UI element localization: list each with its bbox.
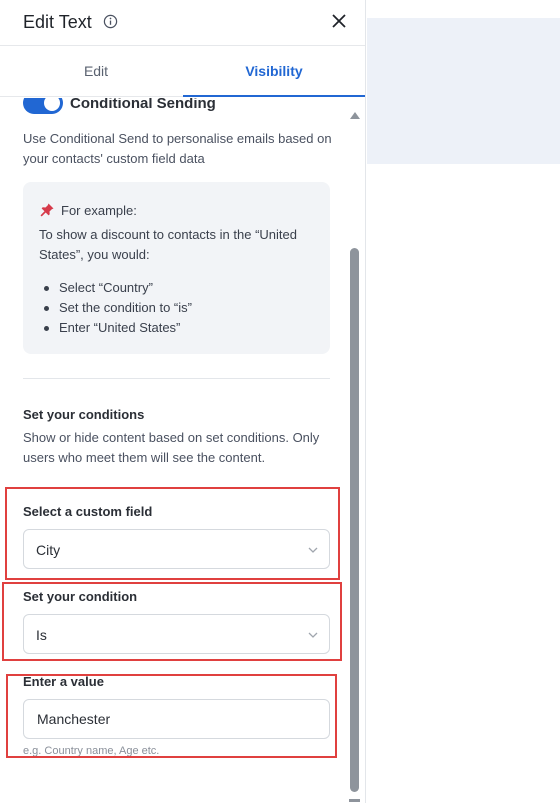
scroll-down-arrow[interactable] bbox=[349, 799, 360, 802]
panel-tabs: Edit Visibility bbox=[0, 46, 365, 97]
panel-title: Edit Text bbox=[23, 12, 92, 32]
divider bbox=[23, 378, 330, 379]
value-input[interactable] bbox=[23, 699, 330, 739]
tab-visibility[interactable]: Visibility bbox=[183, 46, 365, 97]
panel-header: Edit Text bbox=[0, 0, 365, 46]
condition-value: Is bbox=[36, 627, 47, 643]
conditional-sending-toggle[interactable] bbox=[23, 98, 63, 114]
custom-field-select[interactable]: City bbox=[23, 529, 330, 569]
conditional-send-description: Use Conditional Send to personalise emai… bbox=[23, 131, 332, 166]
list-item: Select “Country” bbox=[39, 278, 192, 298]
edit-text-panel: Edit Text Edit Visibility Conditional Se… bbox=[0, 0, 366, 803]
example-steps: Select “Country” Set the condition to “i… bbox=[39, 278, 192, 338]
scrollbar-thumb[interactable] bbox=[350, 248, 359, 792]
toggle-knob bbox=[44, 98, 60, 111]
example-intro: To show a discount to contacts in the “U… bbox=[39, 227, 297, 262]
conditions-description: Show or hide content based on set condit… bbox=[23, 430, 320, 465]
info-icon[interactable] bbox=[103, 14, 118, 29]
custom-field-label: Select a custom field bbox=[23, 504, 153, 519]
email-canvas bbox=[367, 0, 560, 803]
example-box: For example: To show a discount to conta… bbox=[23, 182, 330, 354]
value-label: Enter a value bbox=[23, 674, 104, 689]
custom-field-value: City bbox=[36, 542, 61, 558]
chevron-down-icon bbox=[308, 632, 318, 638]
canvas-block[interactable] bbox=[367, 18, 560, 164]
list-item: Enter “United States” bbox=[39, 318, 192, 338]
scroll-up-arrow[interactable] bbox=[350, 112, 360, 119]
tab-edit[interactable]: Edit bbox=[5, 46, 187, 97]
condition-label: Set your condition bbox=[23, 589, 138, 604]
scrollbar[interactable] bbox=[346, 98, 365, 803]
example-heading: For example: bbox=[39, 202, 137, 218]
value-hint: e.g. Country name, Age etc. bbox=[23, 745, 160, 757]
condition-select[interactable]: Is bbox=[23, 614, 330, 654]
conditional-sending-label: Conditional Sending bbox=[70, 98, 216, 112]
chevron-down-icon bbox=[308, 547, 318, 553]
conditions-title: Set your conditions bbox=[23, 407, 145, 422]
list-item: Set the condition to “is” bbox=[39, 298, 192, 318]
example-heading-text: For example: bbox=[61, 203, 137, 218]
pushpin-icon bbox=[40, 203, 54, 217]
close-icon[interactable] bbox=[331, 13, 347, 29]
visibility-content: Conditional Sending Use Conditional Send… bbox=[0, 98, 345, 803]
